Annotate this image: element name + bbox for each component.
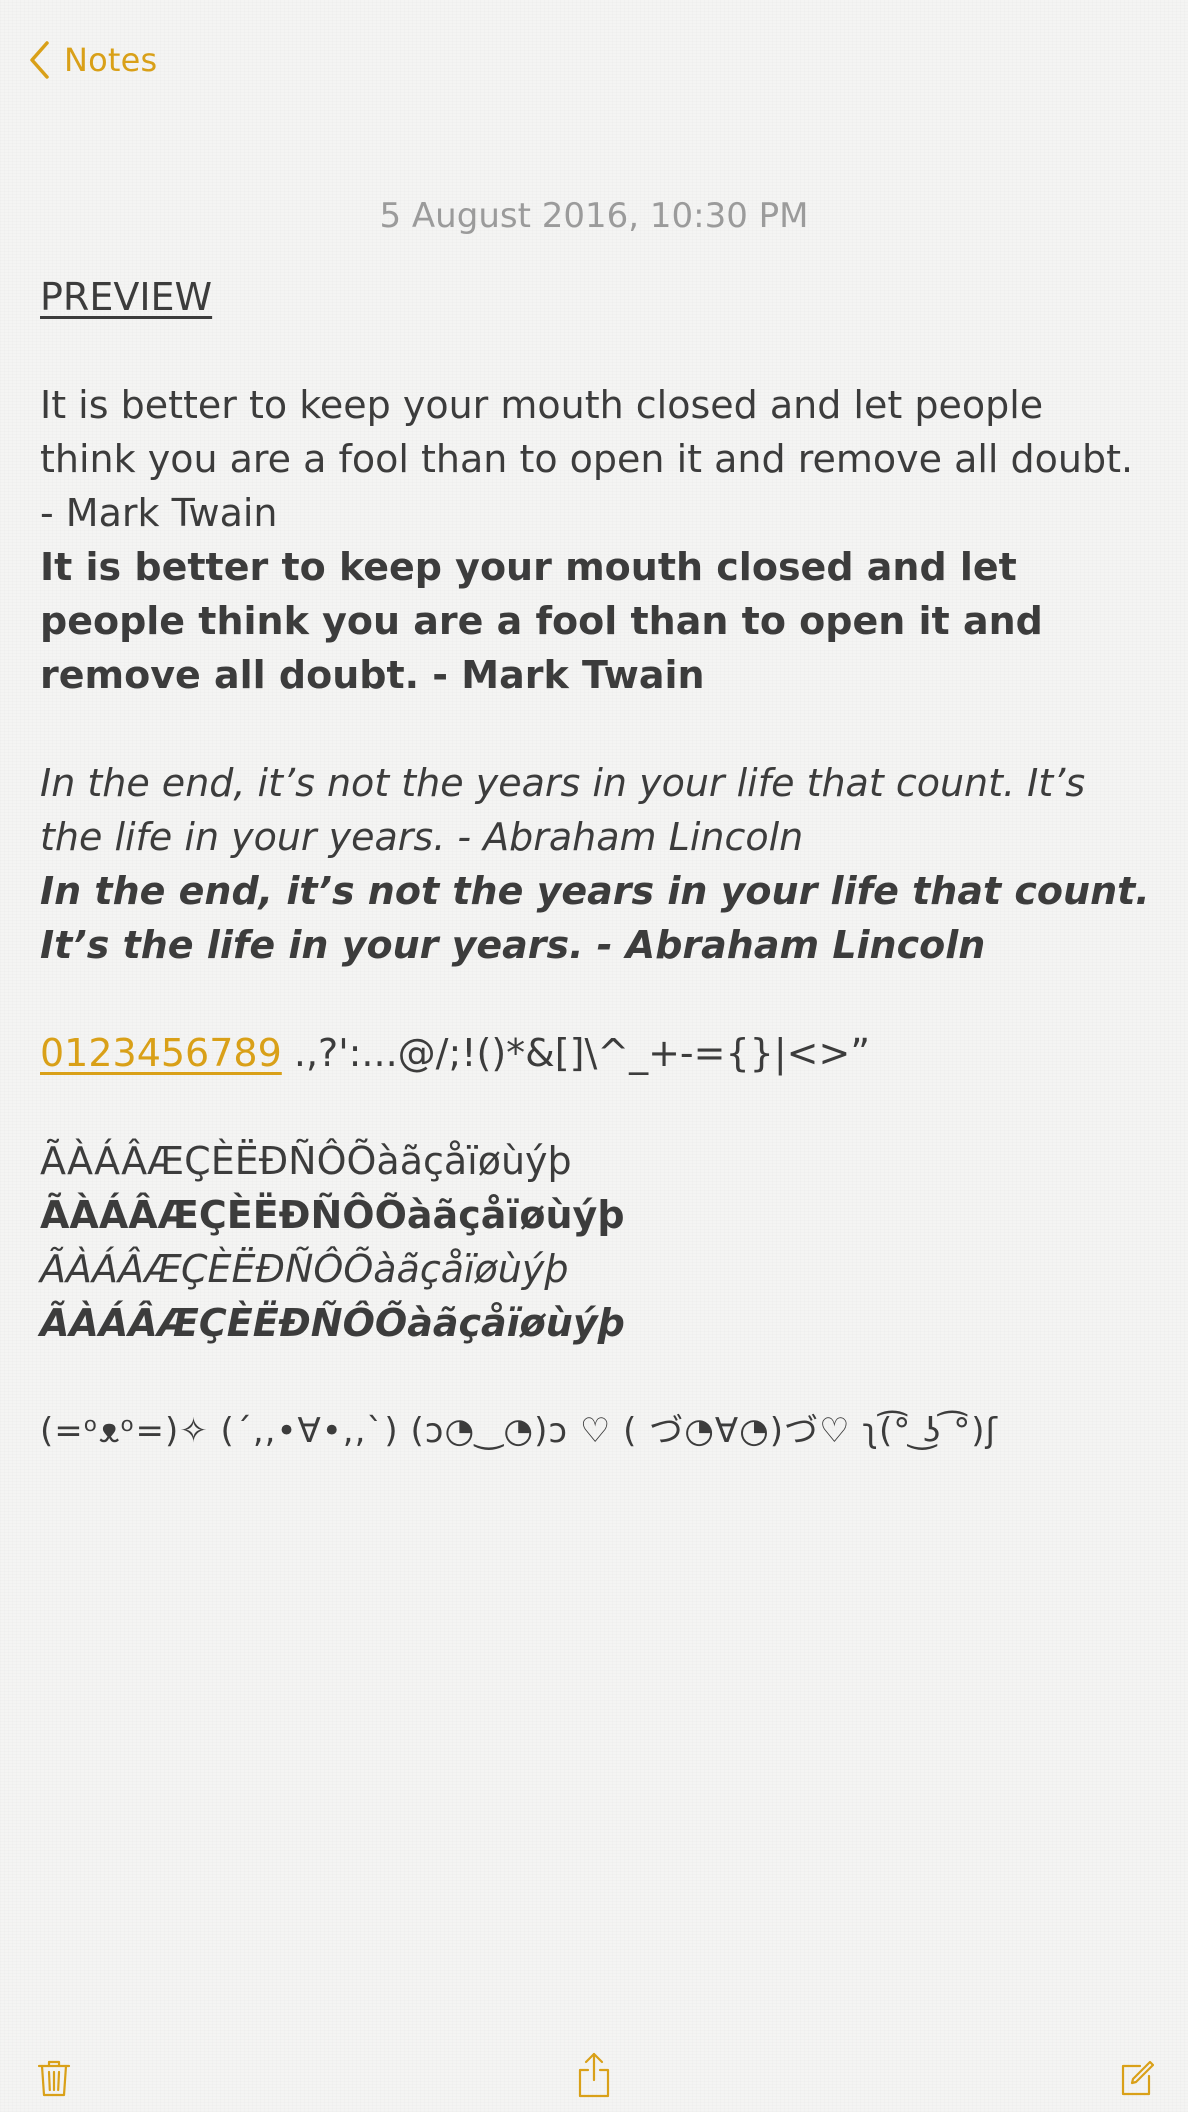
compose-icon xyxy=(1120,2060,1155,2100)
note-date: 5 August 2016, 10:30 PM xyxy=(379,196,809,236)
compose-button[interactable] xyxy=(1120,2060,1155,2100)
quote-bold-italic: In the end, it’s not the years in your l… xyxy=(40,869,1150,967)
kaomoji-line: (=ᵒᴥᵒ=)✧ (´,,•∀•,,`) (ɔ◔‿◔)ɔ ♡ ( づ◔∀◔)づ♡… xyxy=(40,1411,998,1451)
accents-regular: ÃÀÁÂÆÇÈËÐÑÔÕàãçåïøùýþ xyxy=(40,1139,572,1183)
note-body[interactable]: PREVIEW It is better to keep your mouth … xyxy=(40,270,1150,1458)
accents-bold-italic: ÃÀÁÂÆÇÈËÐÑÔÕàãçåïøùýþ xyxy=(40,1301,625,1345)
punctuation-text: .,?':...@/;!()*&[]\^_+-={}|<>” xyxy=(281,1031,871,1075)
quote-regular: It is better to keep your mouth closed a… xyxy=(40,383,1134,535)
accents-italic: ÃÀÁÂÆÇÈËÐÑÔÕàãçåïøùýþ xyxy=(40,1247,569,1291)
share-icon xyxy=(576,2052,612,2102)
note-heading: PREVIEW xyxy=(40,275,213,319)
share-button[interactable] xyxy=(576,2052,612,2102)
back-button[interactable]: Notes xyxy=(28,38,157,82)
back-label: Notes xyxy=(64,41,158,79)
accents-bold: ÃÀÁÂÆÇÈËÐÑÔÕàãçåïøùýþ xyxy=(40,1193,625,1237)
quote-italic: In the end, it’s not the years in your l… xyxy=(40,761,1086,859)
trash-icon xyxy=(36,2060,72,2102)
digits-link[interactable]: 0123456789 xyxy=(40,1031,282,1075)
digits-punctuation-line: 0123456789 .,?':...@/;!()*&[]\^_+-={}|<>… xyxy=(40,1026,1150,1080)
chevron-left-icon xyxy=(28,40,50,80)
quote-bold: It is better to keep your mouth closed a… xyxy=(40,545,1043,697)
delete-button[interactable] xyxy=(36,2058,72,2102)
